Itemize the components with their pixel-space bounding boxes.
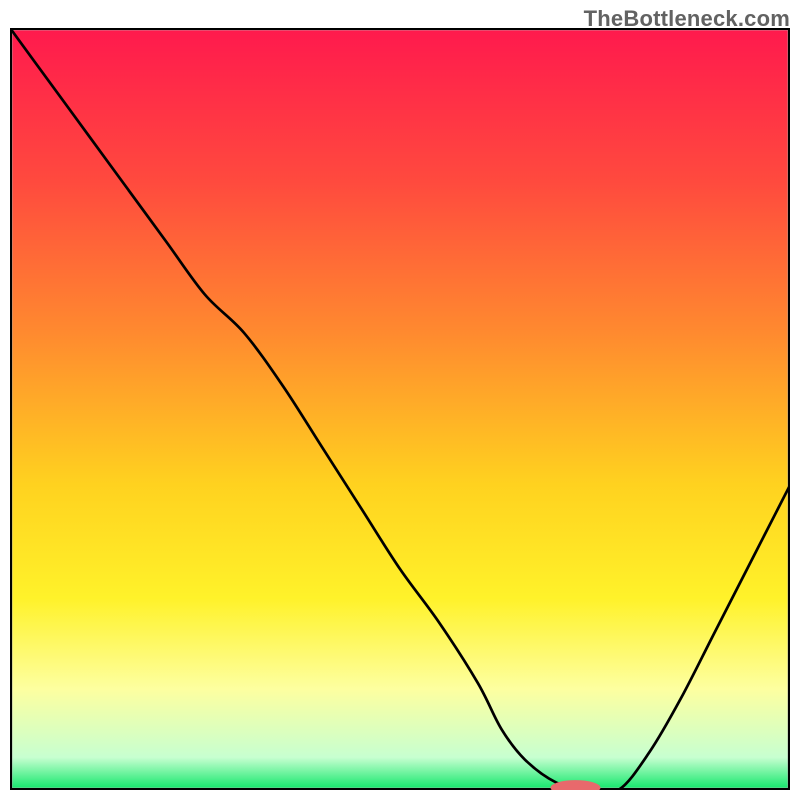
bottleneck-chart [10,28,790,790]
gradient-area [12,30,787,787]
